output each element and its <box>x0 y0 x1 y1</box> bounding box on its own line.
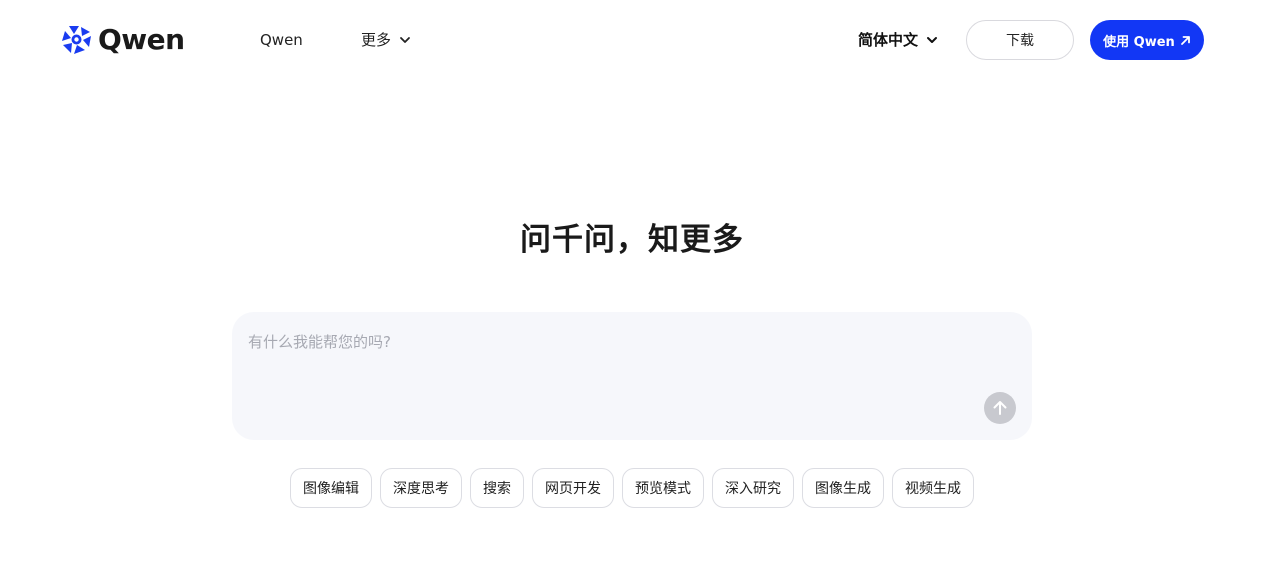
logo-text: Qwen <box>98 23 185 56</box>
chip-search[interactable]: 搜索 <box>470 468 524 508</box>
top-header: Qwen Qwen 更多 简体中文 下载 使用 Qwen <box>0 0 1264 80</box>
hero-title: 问千问，知更多 <box>520 222 744 258</box>
chip-label: 图像编辑 <box>303 481 359 497</box>
qwen-star-logo-icon <box>62 26 91 54</box>
chevron-down-icon <box>927 37 938 43</box>
chip-label: 预览模式 <box>635 481 691 497</box>
chip-label: 深入研究 <box>725 481 781 497</box>
chip-image-gen[interactable]: 图像生成 <box>802 468 884 508</box>
nav-more-dropdown[interactable]: 更多 <box>361 28 411 52</box>
download-button[interactable]: 下载 <box>966 20 1074 60</box>
prompt-input[interactable] <box>248 328 968 388</box>
chip-deep-research[interactable]: 深入研究 <box>712 468 794 508</box>
chip-image-edit[interactable]: 图像编辑 <box>290 468 372 508</box>
chevron-down-icon <box>400 37 410 43</box>
chip-preview-mode[interactable]: 预览模式 <box>622 468 704 508</box>
nav-qwen-label: Qwen <box>260 31 303 49</box>
nav-qwen-link[interactable]: Qwen <box>260 28 303 52</box>
chip-label: 深度思考 <box>393 481 449 497</box>
language-selector[interactable]: 简体中文 <box>858 28 938 52</box>
chip-label: 搜索 <box>483 481 511 497</box>
chip-label: 视频生成 <box>905 481 961 497</box>
language-label: 简体中文 <box>858 31 919 49</box>
chip-label: 网页开发 <box>545 481 601 497</box>
arrow-up-right-icon <box>1180 35 1190 45</box>
use-qwen-button-label: 使用 Qwen <box>1103 34 1175 50</box>
send-button[interactable] <box>984 392 1016 424</box>
feature-chips: 图像编辑 深度思考 搜索 网页开发 预览模式 深入研究 图像生成 视频生成 <box>290 468 974 508</box>
chip-web-dev[interactable]: 网页开发 <box>532 468 614 508</box>
chip-deep-thinking[interactable]: 深度思考 <box>380 468 462 508</box>
chip-label: 图像生成 <box>815 481 871 497</box>
nav-more-label: 更多 <box>361 31 392 49</box>
use-qwen-button[interactable]: 使用 Qwen <box>1090 20 1204 60</box>
prompt-box <box>232 312 1032 440</box>
qwen-logo[interactable]: Qwen <box>60 22 185 58</box>
arrow-up-icon <box>993 401 1007 415</box>
chip-video-gen[interactable]: 视频生成 <box>892 468 974 508</box>
download-button-label: 下载 <box>1006 33 1034 49</box>
